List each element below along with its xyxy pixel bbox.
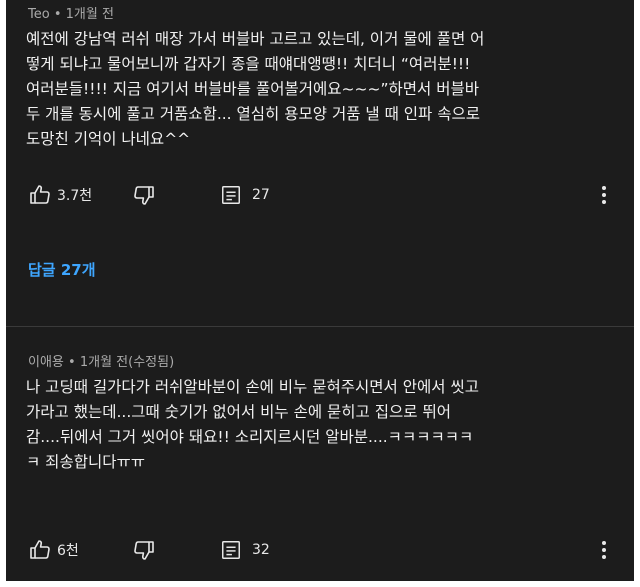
- thumbs-up-icon: [30, 540, 50, 559]
- comment-line: 떻게 되냐고 물어보니까 갑자기 종을 때얘대앵땡!! 치더니 “여러분!!!: [26, 55, 471, 73]
- like-count: 3.7천: [57, 188, 93, 204]
- comment-line: 감....뒤에서 그거 씻어야 돼요!! 소리지르시던 알바분....ㅋㅋㅋㅋㅋ…: [26, 428, 474, 446]
- comment-line: ㅋ 죄송합니다ㅠㅠ: [26, 453, 146, 471]
- reply-button[interactable]: 32: [220, 535, 270, 565]
- reply-button[interactable]: 27: [220, 180, 270, 210]
- comment-line: 나 고딩때 길가다가 러쉬알바분이 손에 비누 묻혀주시면서 안에서 씻고: [26, 378, 479, 396]
- more-options-button[interactable]: [592, 180, 616, 210]
- comment-line: 가라고 했는데...그때 숫기가 없어서 비누 손에 묻히고 집으로 뛰어: [26, 403, 451, 421]
- comment-icon: [222, 541, 240, 559]
- comment-author[interactable]: 이애용: [28, 355, 64, 370]
- more-vert-icon: [602, 541, 606, 559]
- more-vert-icon: [602, 186, 606, 204]
- comment-meta: Teo • 1개월 전: [28, 3, 114, 22]
- like-button[interactable]: 6천: [28, 535, 79, 565]
- dislike-button[interactable]: [132, 535, 156, 565]
- comment-time[interactable]: 1개월 전: [66, 7, 114, 22]
- reply-count: 27: [252, 187, 270, 203]
- comment-text: 나 고딩때 길가다가 러쉬알바분이 손에 비누 묻혀주시면서 안에서 씻고 가라…: [26, 375, 622, 475]
- comment-actions: 3.7천 27: [6, 180, 634, 210]
- more-options-button[interactable]: [592, 535, 616, 565]
- comment-line: 예전에 강남역 러쉬 매장 가서 버블바 고르고 있는데, 이거 물에 풀면 어: [26, 30, 485, 48]
- thumbs-up-icon: [30, 185, 50, 204]
- thumbs-down-icon: [134, 186, 154, 205]
- comment-actions: 6천 32: [6, 535, 634, 565]
- comments-panel: Teo • 1개월 전 예전에 강남역 러쉬 매장 가서 버블바 고르고 있는데…: [6, 0, 634, 581]
- dislike-button[interactable]: [132, 180, 156, 210]
- comment-divider: [6, 326, 634, 327]
- reply-count: 32: [252, 542, 270, 558]
- comment-line: 두 개를 동시에 풀고 거품쇼함... 열심히 용모양 거품 낼 때 인파 속으…: [26, 105, 480, 123]
- like-count: 6천: [57, 543, 79, 559]
- comment-text: 예전에 강남역 러쉬 매장 가서 버블바 고르고 있는데, 이거 물에 풀면 어…: [26, 27, 622, 152]
- comment-line: 여러분들!!!! 지금 여기서 버블바를 풀어볼거에요~~~”하면서 버블바: [26, 80, 479, 98]
- thumbs-down-icon: [134, 541, 154, 560]
- comment-icon: [222, 186, 240, 204]
- comment-author[interactable]: Teo: [28, 7, 50, 22]
- comment-line: 도망친 기억이 나네요^^: [26, 130, 191, 148]
- comment-meta: 이애용 • 1개월 전(수정됨): [28, 351, 174, 370]
- view-replies-link[interactable]: 답글 27개: [28, 259, 96, 280]
- comment-time[interactable]: 1개월 전(수정됨): [80, 355, 174, 370]
- meta-separator: •: [68, 355, 76, 370]
- meta-separator: •: [53, 7, 62, 22]
- like-button[interactable]: 3.7천: [28, 180, 92, 210]
